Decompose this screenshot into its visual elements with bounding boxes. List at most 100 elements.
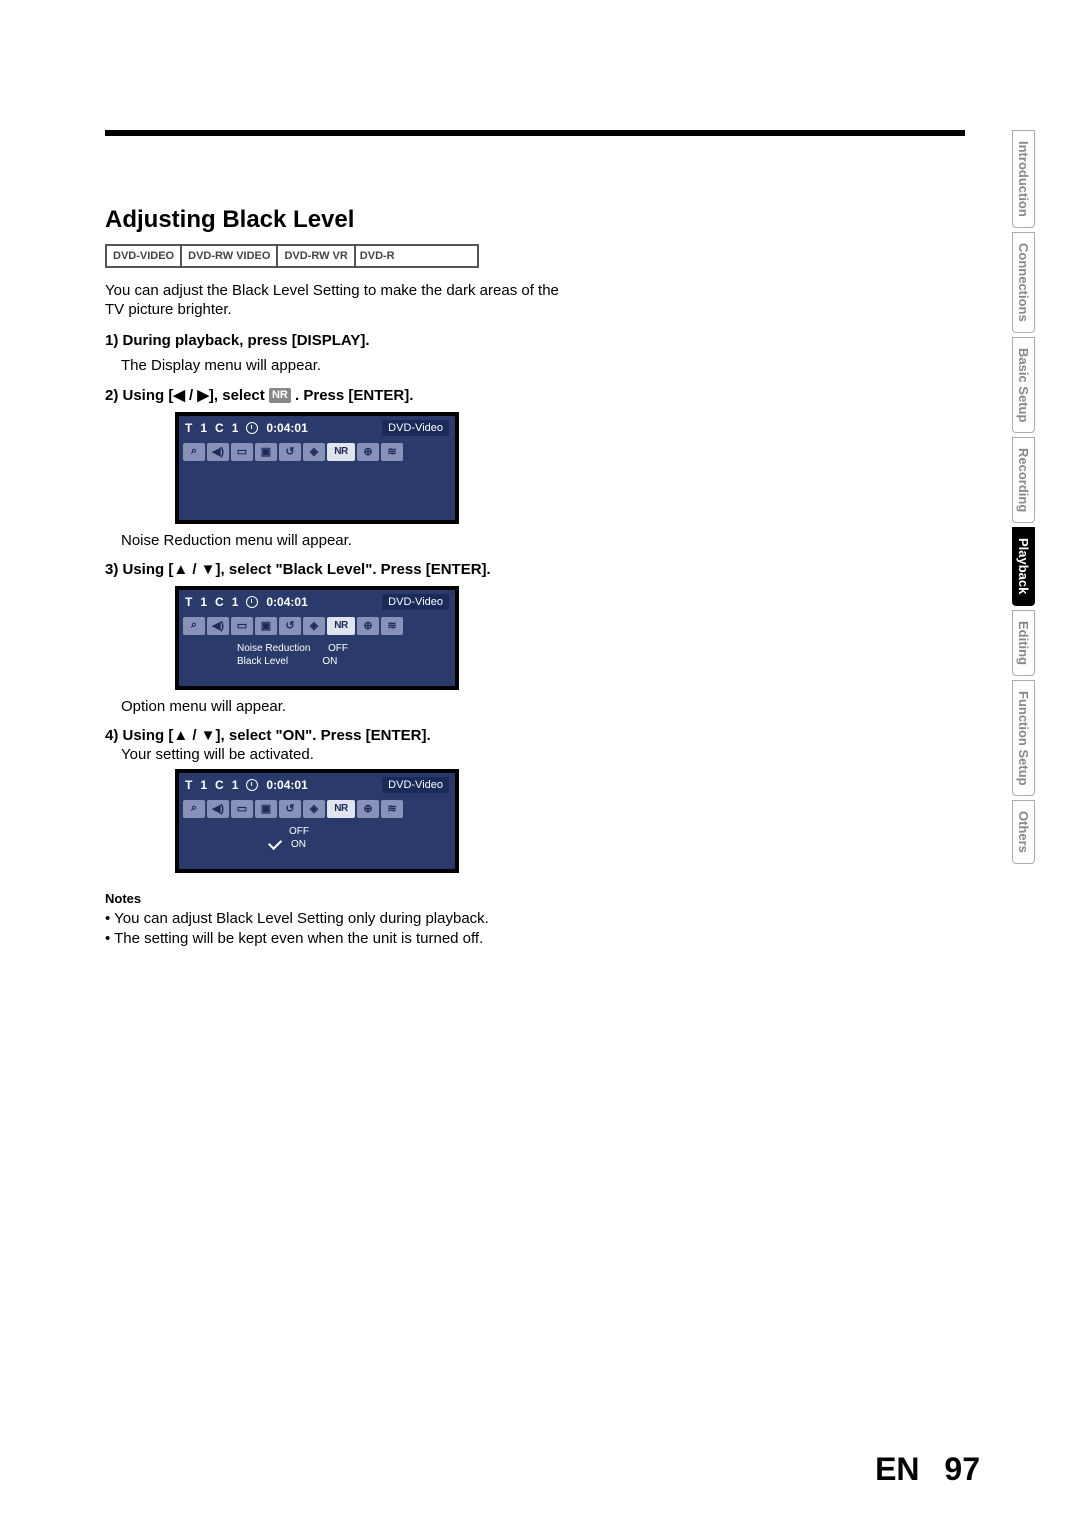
osd-format-label: DVD-Video bbox=[382, 777, 449, 793]
step-2-title-b: . Press [ENTER]. bbox=[295, 387, 413, 404]
audio-icon: ◀) bbox=[207, 617, 229, 635]
nr-icon: NR bbox=[327, 617, 355, 635]
subtitle-icon: ▭ bbox=[231, 443, 253, 461]
osd-c-label: C bbox=[215, 421, 224, 435]
step-2-title-a: 2) Using [◀ / ▶], select bbox=[105, 387, 269, 404]
subtitle-icon: ▭ bbox=[231, 617, 253, 635]
osd-time: 0:04:01 bbox=[266, 421, 307, 435]
audio-icon: ◀) bbox=[207, 443, 229, 461]
osd-t-label: T bbox=[185, 778, 192, 792]
osd-c-label: C bbox=[215, 778, 224, 792]
note-bullet: • You can adjust Black Level Setting onl… bbox=[105, 910, 575, 929]
surround-icon: ≋ bbox=[381, 617, 403, 635]
menu-bl-label: Black Level bbox=[237, 655, 288, 668]
disc-tab: DVD-VIDEO bbox=[107, 246, 182, 266]
osd-t-value: 1 bbox=[200, 595, 207, 609]
intro-paragraph: You can adjust the Black Level Setting t… bbox=[105, 282, 575, 320]
osd-t-value: 1 bbox=[200, 421, 207, 435]
nr-chip-icon: NR bbox=[269, 388, 291, 403]
osd-time: 0:04:01 bbox=[266, 595, 307, 609]
repeat-icon: ↺ bbox=[279, 443, 301, 461]
osd-t-label: T bbox=[185, 595, 192, 609]
osd-screenshot-3: T 1 C 1 0:04:01 DVD-Video ⌕ ◀) ▭ ▣ ↺ ◈ bbox=[175, 769, 459, 873]
step-2-caption: Noise Reduction menu will appear. bbox=[121, 532, 575, 549]
osd-icon-row: ⌕ ◀) ▭ ▣ ↺ ◈ NR ⊕ ≋ bbox=[179, 614, 455, 638]
zoom-icon: ⊕ bbox=[357, 800, 379, 818]
osd-icon-row: ⌕ ◀) ▭ ▣ ↺ ◈ NR ⊕ ≋ bbox=[179, 440, 455, 464]
step-3-title: 3) Using [▲ / ▼], select "Black Level". … bbox=[105, 561, 491, 578]
menu-nr-value: OFF bbox=[328, 642, 348, 655]
clock-icon bbox=[246, 779, 258, 791]
search-icon: ⌕ bbox=[183, 800, 205, 818]
section-divider-bar bbox=[105, 130, 965, 136]
search-icon: ⌕ bbox=[183, 617, 205, 635]
osd-format-label: DVD-Video bbox=[382, 420, 449, 436]
step-1: 1) During playback, press [DISPLAY]. bbox=[105, 332, 575, 349]
surround-icon: ≋ bbox=[381, 443, 403, 461]
option-off: OFF bbox=[289, 825, 309, 838]
side-tab-introduction[interactable]: Introduction bbox=[1012, 130, 1035, 228]
step-4-caption: Your setting will be activated. bbox=[121, 746, 575, 763]
notes-heading: Notes bbox=[105, 891, 575, 906]
menu-nr-label: Noise Reduction bbox=[237, 642, 310, 655]
subtitle-icon: ▭ bbox=[231, 800, 253, 818]
zoom-icon: ⊕ bbox=[357, 617, 379, 635]
osd-screenshot-2: T 1 C 1 0:04:01 DVD-Video ⌕ ◀) ▭ ▣ ↺ ◈ bbox=[175, 586, 459, 690]
side-tab-others[interactable]: Others bbox=[1012, 800, 1035, 864]
surround-icon: ≋ bbox=[381, 800, 403, 818]
section-heading: Adjusting Black Level bbox=[105, 206, 575, 234]
angle-icon: ▣ bbox=[255, 800, 277, 818]
osd-body-menu: Noise Reduction OFF Black Level ON bbox=[179, 638, 455, 686]
disc-tab: DVD-RW VIDEO bbox=[182, 246, 278, 266]
step-1-title: 1) During playback, press [DISPLAY]. bbox=[105, 332, 370, 349]
osd-icon-row: ⌕ ◀) ▭ ▣ ↺ ◈ NR ⊕ ≋ bbox=[179, 797, 455, 821]
side-tab-basic-setup[interactable]: Basic Setup bbox=[1012, 337, 1035, 433]
audio-icon: ◀) bbox=[207, 800, 229, 818]
clock-icon bbox=[246, 596, 258, 608]
note-bullet: • The setting will be kept even when the… bbox=[105, 930, 575, 949]
step-1-caption: The Display menu will appear. bbox=[121, 357, 575, 374]
osd-body-options: OFF ON bbox=[179, 821, 455, 869]
marker-icon: ◈ bbox=[303, 617, 325, 635]
step-2: 2) Using [◀ / ▶], select NR . Press [ENT… bbox=[105, 386, 575, 404]
step-4-title: 4) Using [▲ / ▼], select "ON". Press [EN… bbox=[105, 727, 431, 744]
osd-t-value: 1 bbox=[200, 778, 207, 792]
disc-format-tabs: DVD-VIDEO DVD-RW VIDEO DVD-RW VR DVD-R bbox=[105, 244, 479, 268]
repeat-icon: ↺ bbox=[279, 800, 301, 818]
repeat-icon: ↺ bbox=[279, 617, 301, 635]
footer-lang: EN bbox=[875, 1451, 919, 1487]
check-icon bbox=[268, 836, 282, 850]
page-content: Adjusting Black Level DVD-VIDEO DVD-RW V… bbox=[105, 130, 965, 951]
osd-screenshot-1: T 1 C 1 0:04:01 DVD-Video ⌕ ◀) ▭ ▣ ↺ ◈ bbox=[175, 412, 459, 524]
step-4: 4) Using [▲ / ▼], select "ON". Press [EN… bbox=[105, 727, 575, 744]
nr-icon: NR bbox=[327, 443, 355, 461]
page-footer: EN 97 bbox=[0, 1451, 1080, 1488]
disc-tab: DVD-R bbox=[356, 246, 399, 266]
side-tab-recording[interactable]: Recording bbox=[1012, 437, 1035, 523]
osd-c-value: 1 bbox=[232, 778, 239, 792]
side-tab-editing[interactable]: Editing bbox=[1012, 610, 1035, 676]
section-side-tabs: Introduction Connections Basic Setup Rec… bbox=[1012, 130, 1036, 868]
clock-icon bbox=[246, 422, 258, 434]
step-3: 3) Using [▲ / ▼], select "Black Level". … bbox=[105, 561, 575, 578]
side-tab-function-setup[interactable]: Function Setup bbox=[1012, 680, 1035, 797]
osd-c-value: 1 bbox=[232, 421, 239, 435]
angle-icon: ▣ bbox=[255, 443, 277, 461]
osd-c-value: 1 bbox=[232, 595, 239, 609]
marker-icon: ◈ bbox=[303, 443, 325, 461]
menu-bl-value: ON bbox=[322, 655, 337, 668]
option-on: ON bbox=[291, 838, 306, 851]
search-icon: ⌕ bbox=[183, 443, 205, 461]
osd-t-label: T bbox=[185, 421, 192, 435]
marker-icon: ◈ bbox=[303, 800, 325, 818]
step-3-caption: Option menu will appear. bbox=[121, 698, 575, 715]
zoom-icon: ⊕ bbox=[357, 443, 379, 461]
footer-page-number: 97 bbox=[944, 1451, 980, 1487]
osd-body-empty bbox=[179, 464, 455, 520]
osd-c-label: C bbox=[215, 595, 224, 609]
side-tab-playback[interactable]: Playback bbox=[1012, 527, 1035, 605]
angle-icon: ▣ bbox=[255, 617, 277, 635]
osd-time: 0:04:01 bbox=[266, 778, 307, 792]
side-tab-connections[interactable]: Connections bbox=[1012, 232, 1035, 333]
nr-icon: NR bbox=[327, 800, 355, 818]
